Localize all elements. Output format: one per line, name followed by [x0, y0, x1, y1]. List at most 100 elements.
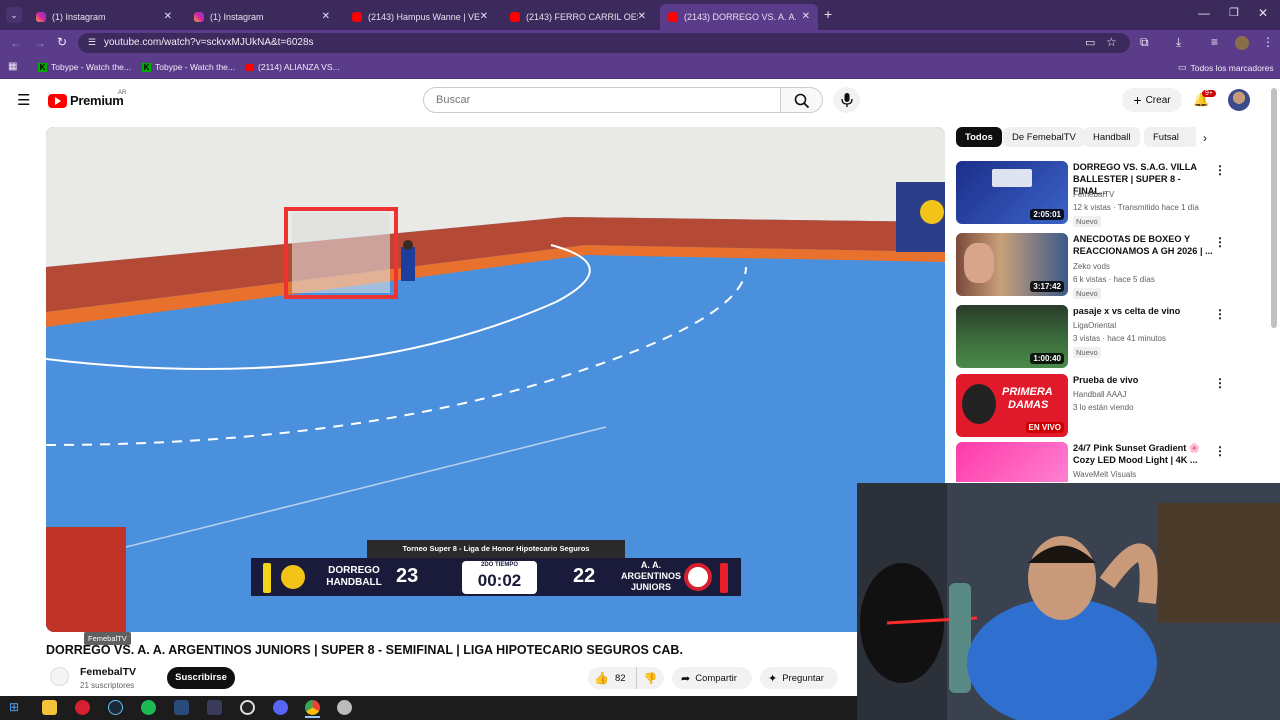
- channel-avatar[interactable]: [50, 667, 69, 686]
- chip-de-femebaltv[interactable]: De FemebalTV: [1003, 127, 1085, 147]
- app-blue-icon[interactable]: [174, 700, 189, 715]
- folder-icon: ▭: [1178, 62, 1187, 72]
- url-text[interactable]: youtube.com/watch?v=sckvxMJUkNA&t=6028s: [104, 37, 314, 48]
- account-avatar[interactable]: [1228, 89, 1250, 111]
- recommendation-item[interactable]: 1:00:40 pasaje x vs celta de vino LigaOr…: [956, 305, 1276, 369]
- obs-icon[interactable]: [240, 700, 255, 715]
- more-options-icon[interactable]: ⋮: [1214, 163, 1226, 177]
- bookmark-star-icon[interactable]: ☆: [1106, 35, 1117, 49]
- tab-youtube-ferro[interactable]: (2143) FERRO CARRIL OESTE VS ✕: [502, 4, 654, 30]
- video-thumbnail[interactable]: PRIMERA DAMAS EN VIVO: [956, 374, 1068, 437]
- file-explorer-icon[interactable]: [42, 700, 57, 715]
- chip-handball[interactable]: Handball: [1084, 127, 1140, 147]
- chip-todos[interactable]: Todos: [956, 127, 1002, 147]
- new-badge: Nuevo: [1073, 288, 1101, 299]
- close-tab-icon[interactable]: ✕: [480, 11, 488, 22]
- video-thumbnail[interactable]: 1:00:40: [956, 305, 1068, 368]
- thumbnail-graphic: [964, 243, 994, 283]
- close-window-icon[interactable]: ✕: [1258, 6, 1268, 20]
- search-input[interactable]: [423, 87, 781, 113]
- tab-instagram-2[interactable]: (1) Instagram ✕: [186, 4, 338, 30]
- youtube-icon: [510, 12, 520, 22]
- active-app-indicator: [305, 716, 320, 718]
- download-icon[interactable]: ⤓: [1176, 35, 1181, 50]
- hamburger-menu-icon[interactable]: ☰: [17, 91, 30, 109]
- recommendation-item[interactable]: 24/7 Pink Sunset Gradient 🌸 Cozy LED Moo…: [956, 442, 1276, 482]
- app-red-icon[interactable]: [75, 700, 90, 715]
- video-player[interactable]: Torneo Super 8 - Liga de Honor Hipotecar…: [46, 127, 945, 632]
- youtube-icon: [352, 12, 362, 22]
- close-tab-icon[interactable]: ✕: [638, 11, 646, 22]
- video-thumbnail[interactable]: 3:17:42: [956, 233, 1068, 296]
- voice-search-icon[interactable]: [833, 87, 860, 113]
- recommendation-item[interactable]: 2:05:01 DORREGO VS. S.A.G. VILLA BALLEST…: [956, 161, 1276, 227]
- close-tab-icon[interactable]: ✕: [164, 11, 172, 22]
- close-tab-icon[interactable]: ✕: [322, 11, 330, 22]
- chip-scroll-right-icon[interactable]: ›: [1203, 131, 1207, 145]
- youtube-play-icon: [48, 93, 67, 108]
- more-options-icon[interactable]: ⋮: [1214, 444, 1226, 458]
- site-info-icon[interactable]: ☰: [88, 37, 96, 48]
- video-title: DORREGO VS. A. A. ARGENTINOS JUNIORS | S…: [46, 643, 683, 657]
- notifications-badge: 9+: [1202, 90, 1216, 97]
- search-button[interactable]: [781, 87, 823, 113]
- away-team-name: A. A. ARGENTINOS JUNIORS: [620, 560, 681, 592]
- youtube-logo[interactable]: Premium: [48, 93, 124, 108]
- browser-tab-strip: ⌄ (1) Instagram ✕ (1) Instagram ✕ (2143)…: [0, 0, 1280, 30]
- new-tab-icon[interactable]: +: [824, 6, 832, 22]
- tab-instagram-1[interactable]: (1) Instagram ✕: [28, 4, 180, 30]
- bookmark-item[interactable]: (2114) ALIANZA VS...: [245, 62, 340, 72]
- back-icon[interactable]: ←: [10, 36, 22, 50]
- cast-icon[interactable]: ▭: [1085, 36, 1095, 49]
- ask-button[interactable]: ✦ Preguntar: [760, 667, 838, 689]
- windows-start-icon[interactable]: ⊞: [9, 700, 24, 715]
- new-badge: Nuevo: [1073, 347, 1101, 358]
- apps-grid-icon[interactable]: ▦: [8, 61, 17, 72]
- profile-avatar[interactable]: [1235, 36, 1249, 50]
- browser-menu-icon[interactable]: ⋮: [1262, 35, 1274, 49]
- home-team-logo: [279, 563, 307, 591]
- game-clock: 00:02: [477, 571, 522, 590]
- spotify-icon[interactable]: [141, 700, 156, 715]
- tab-youtube-dorrego[interactable]: (2143) DORREGO VS. A. A. ARG ✕: [660, 4, 818, 30]
- chrome-icon[interactable]: [305, 700, 320, 715]
- bookmark-item[interactable]: K Tobype - Watch the...: [38, 62, 131, 72]
- all-bookmarks[interactable]: ▭ Todos los marcadores: [1178, 62, 1274, 73]
- video-thumbnail[interactable]: 2:05:01: [956, 161, 1068, 224]
- chip-futsal[interactable]: Futsal: [1144, 127, 1188, 147]
- forward-icon[interactable]: →: [34, 36, 46, 50]
- more-options-icon[interactable]: ⋮: [1214, 376, 1226, 390]
- recommendation-item[interactable]: 3:17:42 ANECDOTAS DE BOXEO Y REACCIONAMO…: [956, 233, 1276, 299]
- recommendation-channel: FemebalTV: [1073, 190, 1115, 199]
- extensions-icon[interactable]: ⧉: [1140, 35, 1149, 50]
- more-options-icon[interactable]: ⋮: [1214, 235, 1226, 249]
- bookmark-item[interactable]: K Tobype - Watch the...: [142, 62, 235, 72]
- recommendation-channel: LigaOriental: [1073, 321, 1117, 330]
- thumbnail-graphic: [992, 169, 1032, 187]
- audio-app-icon[interactable]: [207, 700, 222, 715]
- create-button[interactable]: + Crear: [1122, 88, 1182, 112]
- tab-search-icon[interactable]: ⌄: [6, 7, 22, 23]
- close-tab-icon[interactable]: ✕: [802, 11, 810, 22]
- page-scrollbar[interactable]: [1271, 88, 1277, 328]
- youtube-icon: [668, 12, 678, 22]
- share-button[interactable]: ➦ Compartir: [672, 667, 752, 689]
- steam-icon[interactable]: [108, 700, 123, 715]
- media-icon[interactable]: ≡: [1211, 35, 1218, 49]
- tab-youtube-hampus[interactable]: (2143) Hampus Wanne | VELUX ✕: [344, 4, 496, 30]
- discord-icon[interactable]: [273, 700, 288, 715]
- minimize-icon[interactable]: —: [1198, 6, 1210, 20]
- app-gray-icon[interactable]: [337, 700, 352, 715]
- channel-name[interactable]: FemebalTV: [80, 666, 136, 678]
- reload-icon[interactable]: ↻: [57, 35, 67, 49]
- video-thumbnail[interactable]: [956, 442, 1068, 482]
- more-options-icon[interactable]: ⋮: [1214, 307, 1226, 321]
- dislike-button[interactable]: 👎: [636, 667, 664, 689]
- tab-label: (2143) DORREGO VS. A. A. ARG: [684, 12, 796, 22]
- recommendation-title: ANECDOTAS DE BOXEO Y REACCIONAMOS A GH 2…: [1073, 234, 1213, 256]
- recommendation-item[interactable]: PRIMERA DAMAS EN VIVO Prueba de vivo Han…: [956, 374, 1276, 438]
- subscribe-button[interactable]: Suscribirse: [167, 667, 235, 689]
- like-button[interactable]: 👍 82: [588, 667, 636, 689]
- thumbnail-text: PRIMERA: [1002, 386, 1053, 398]
- restore-icon[interactable]: ❐: [1229, 6, 1239, 19]
